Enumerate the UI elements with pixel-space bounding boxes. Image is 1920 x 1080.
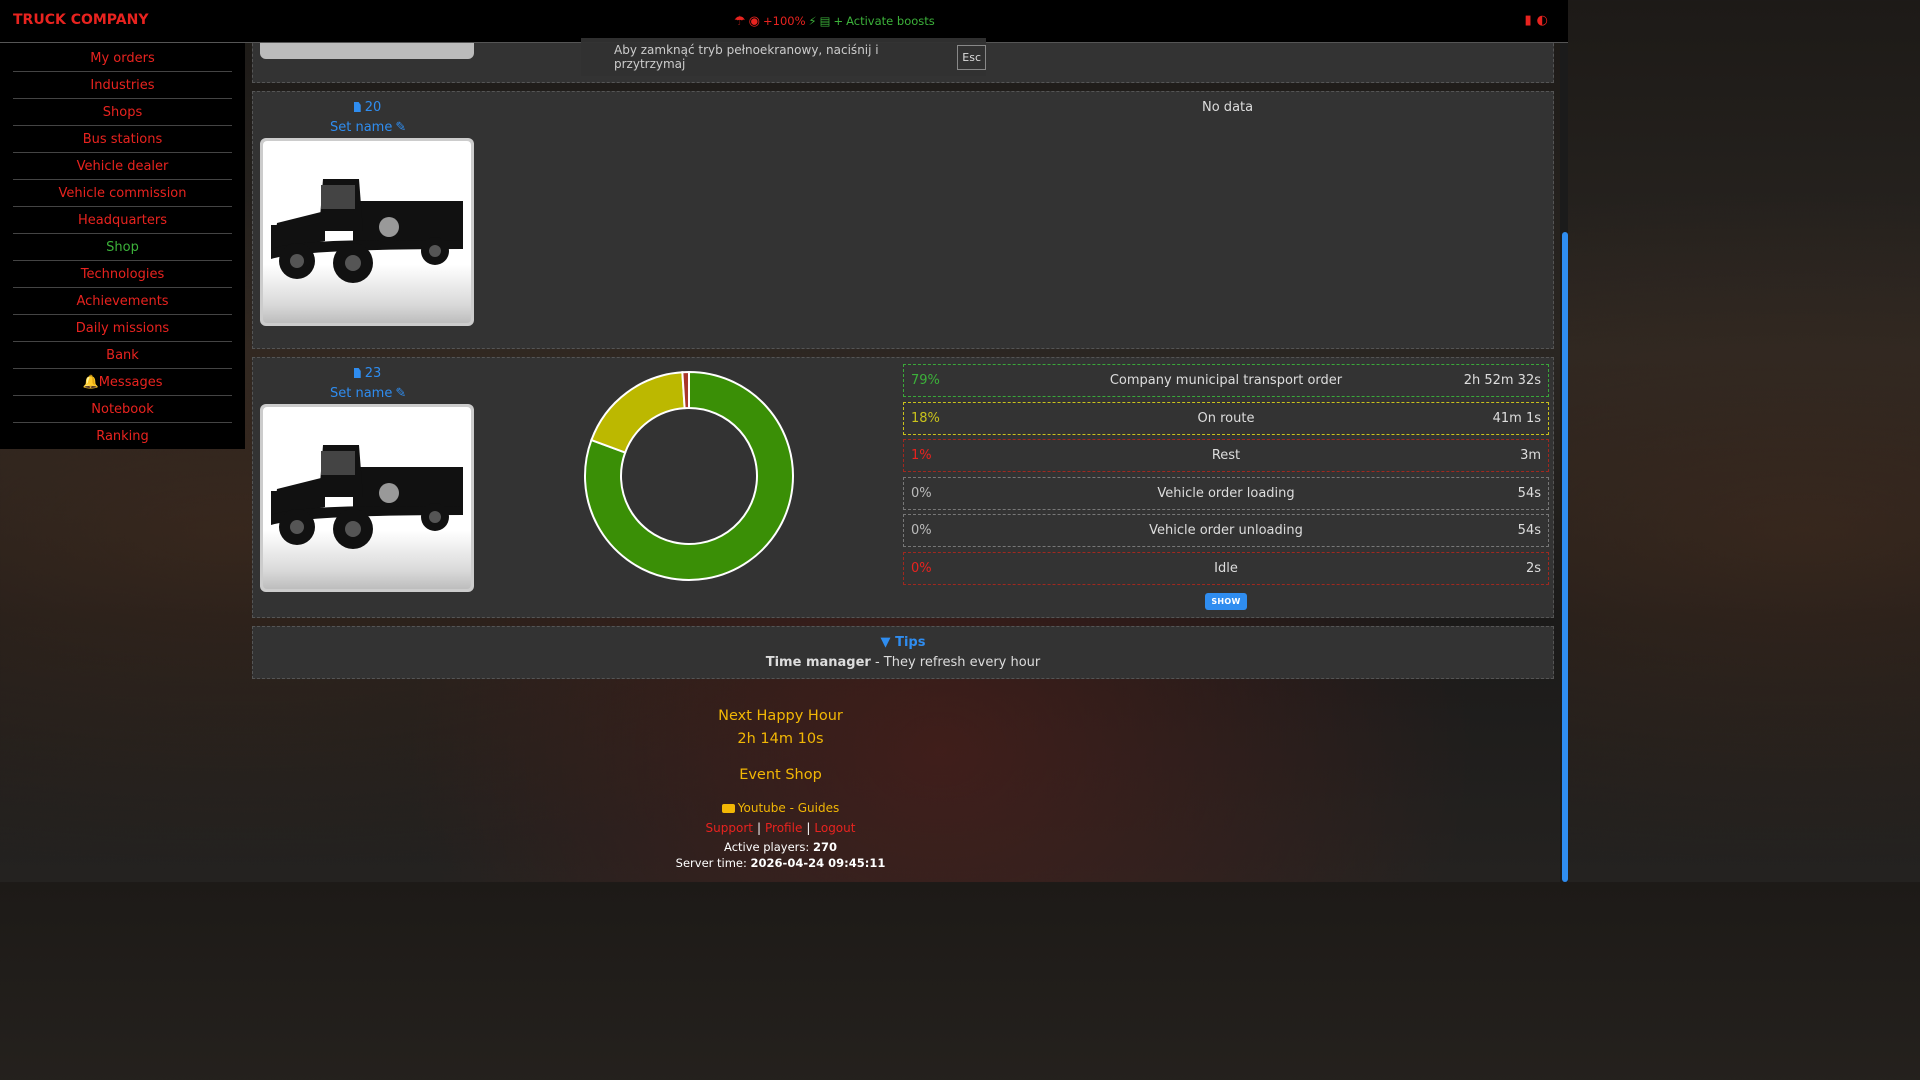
show-button[interactable]: SHOW (1205, 593, 1247, 610)
stat-label: Rest (1211, 448, 1241, 463)
stat-label: Vehicle order unloading (1149, 523, 1303, 538)
sidebar-item-headquarters[interactable]: Headquarters (13, 207, 232, 234)
footer-links: Support | Profile | Logout (705, 821, 856, 835)
no-data-text: No data (1202, 100, 1254, 115)
stat-label: Vehicle order loading (1157, 485, 1295, 501)
vehicle-panel: 23 Set name ✎ 79% Company municipal tran… (252, 357, 1554, 618)
pencil-icon: ✎ (395, 120, 407, 135)
lightning-icon: ⚡ (808, 14, 817, 28)
stat-duration: 2h 52m 32s (1463, 373, 1541, 388)
brand-logo[interactable]: TRUCK COMPANY (13, 12, 148, 28)
support-link[interactable]: Support (706, 821, 753, 835)
toggle-icon[interactable]: ◐ (1537, 14, 1548, 27)
boost-percent: +100% (763, 14, 806, 28)
sidebar-item-notebook[interactable]: Notebook (13, 396, 232, 423)
truck-image[interactable] (260, 404, 474, 592)
activate-boosts-link[interactable]: Activate boosts (846, 14, 935, 28)
tips-panel: ▼ Tips Time manager - They refresh every… (252, 626, 1554, 679)
sidebar-item-technologies[interactable]: Technologies (13, 261, 232, 288)
bell-icon: 🔔 (82, 375, 99, 390)
tips-text: Time manager - They refresh every hour (765, 655, 1041, 670)
active-players: Active players: 270 (724, 840, 837, 854)
document-icon (353, 102, 361, 112)
top-bar: TRUCK COMPANY ☂ ◉ +100% ⚡ ▤ + Activate b… (0, 0, 1568, 43)
sidebar-item-shops[interactable]: Shops (13, 99, 232, 126)
event-shop-link[interactable]: Event Shop (510, 767, 1051, 783)
scrollbar-thumb[interactable] (1562, 232, 1568, 882)
happy-hour-title: Next Happy Hour (718, 708, 843, 724)
sidebar-item-industries[interactable]: Industries (13, 72, 232, 99)
set-name-link[interactable]: Set name ✎ (330, 386, 407, 401)
plus-icon: + (833, 14, 844, 28)
stat-duration: 54s (1517, 485, 1541, 501)
trash-icon[interactable]: ▮ (1525, 14, 1532, 27)
pencil-icon: ✎ (395, 386, 407, 401)
fullscreen-notice-text: Aby zamknąć tryb pełnoekranowy, naciśnij… (614, 43, 879, 71)
activity-stats: 79% Company municipal transport order 2h… (903, 364, 1549, 589)
esc-key: Esc (957, 44, 986, 70)
vehicle-id[interactable]: 20 (330, 100, 405, 115)
truck-image[interactable] (260, 138, 474, 326)
sidebar-item-ranking[interactable]: Ranking (13, 423, 232, 449)
sidebar-item-messages[interactable]: 🔔Messages (13, 369, 232, 396)
stat-row: 0% Vehicle order loading 54s (903, 476, 1549, 510)
stat-label: Idle (1214, 560, 1238, 576)
youtube-icon (721, 804, 735, 813)
document-icon (353, 368, 361, 378)
sidebar-item-shop[interactable]: Shop (13, 234, 232, 261)
sidebar-item-vehicle-commission[interactable]: Vehicle commission (13, 180, 232, 207)
sidebar-item-my-orders[interactable]: My orders (13, 45, 232, 72)
time-donut-chart (584, 370, 794, 581)
logout-link[interactable]: Logout (814, 821, 855, 835)
vehicle-panel: 20 Set name ✎ No data (252, 91, 1554, 349)
stat-label: On route (1197, 410, 1255, 426)
parachute-icon: ☂ (734, 13, 746, 29)
youtube-guides-link[interactable]: Youtube - Guides (510, 801, 1051, 815)
sidebar-item-label: Messages (98, 375, 163, 390)
stat-row: 0% Idle 2s (903, 551, 1549, 585)
sidebar-item-bus-stations[interactable]: Bus stations (13, 126, 232, 153)
donut-slice-2[interactable] (681, 370, 690, 410)
stat-duration: 3m (1520, 448, 1541, 463)
stat-duration: 54s (1517, 523, 1541, 538)
boosts-bar[interactable]: ☂ ◉ +100% ⚡ ▤ + Activate boosts (734, 14, 935, 28)
happy-hour-countdown: 2h 14m 10s (737, 731, 824, 747)
stat-duration: 41m 1s (1492, 410, 1541, 426)
fullscreen-notice: Aby zamknąć tryb pełnoekranowy, naciśnij… (581, 38, 986, 76)
sidebar-item-daily-missions[interactable]: Daily missions (13, 315, 232, 342)
tips-toggle[interactable]: ▼ Tips (253, 635, 1553, 650)
sidebar-item-vehicle-dealer[interactable]: Vehicle dealer (13, 153, 232, 180)
set-name-link[interactable]: Set name ✎ (330, 120, 407, 135)
sidebar-item-bank[interactable]: Bank (13, 342, 232, 369)
coins-icon: ◉ (748, 13, 760, 29)
sidebar: My orders Industries Shops Bus stations … (0, 43, 245, 449)
stat-duration: 2s (1525, 560, 1541, 576)
stat-row: 1% Rest 3m (903, 439, 1549, 472)
stat-label: Company municipal transport order (1109, 373, 1343, 388)
sidebar-item-achievements[interactable]: Achievements (13, 288, 232, 315)
profile-link[interactable]: Profile (765, 821, 802, 835)
stat-row: 0% Vehicle order unloading 54s (903, 514, 1549, 547)
stat-row: 79% Company municipal transport order 2h… (903, 364, 1549, 397)
money-icon: ▤ (819, 14, 831, 28)
donut-slice-1[interactable] (590, 371, 686, 454)
server-time: Server time: 2026-04-24 09:45:11 (675, 856, 886, 870)
vehicle-id[interactable]: 23 (330, 366, 405, 381)
stat-row: 18% On route 41m 1s (903, 401, 1549, 435)
